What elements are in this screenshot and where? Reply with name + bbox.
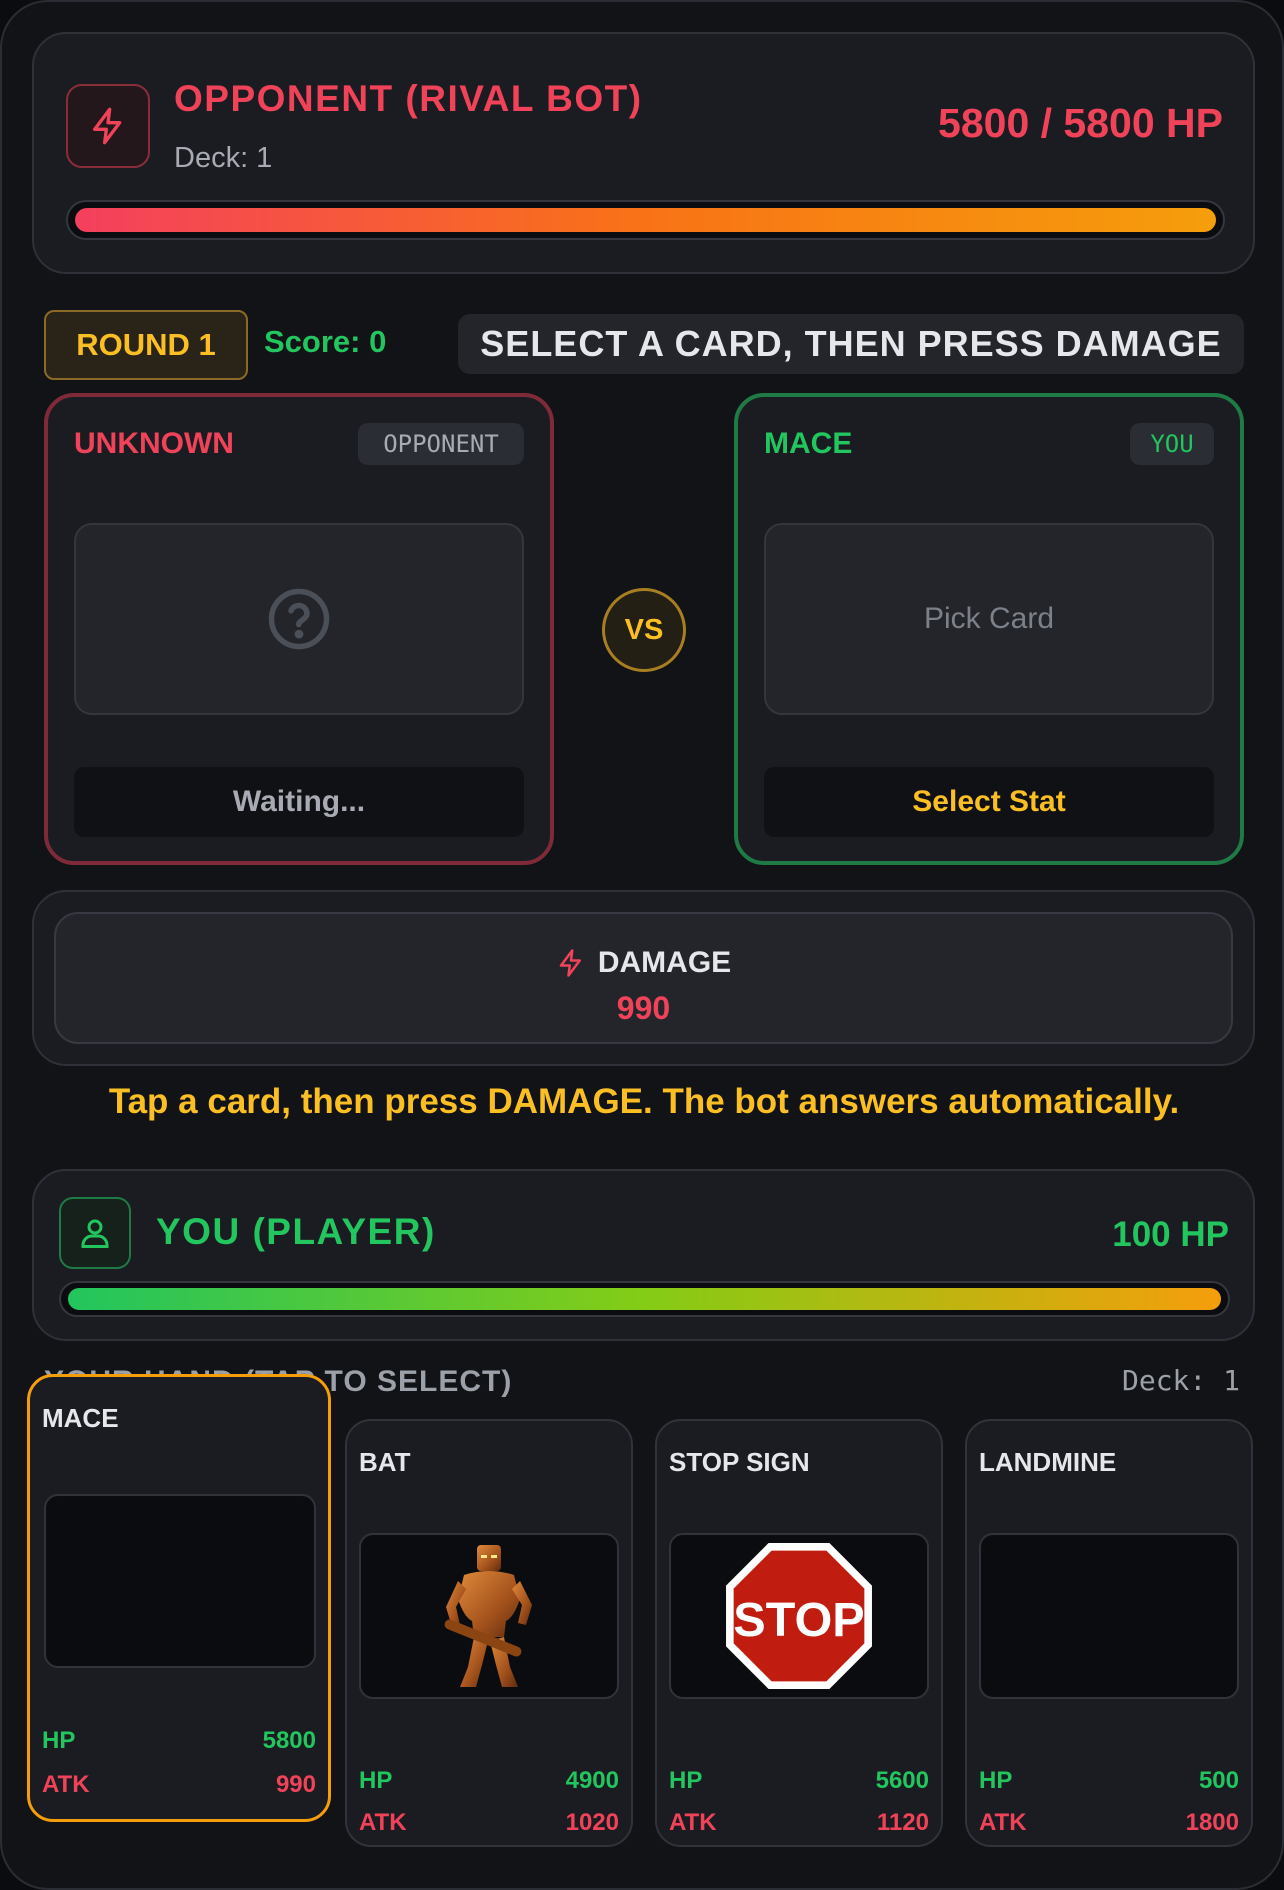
hp-value: 5800: [262, 1727, 316, 1754]
card-art: STOP: [669, 1533, 929, 1699]
damage-button[interactable]: DAMAGE 990: [54, 912, 1233, 1044]
hp-label: HP: [359, 1767, 393, 1794]
round-badge: ROUND 1: [44, 310, 248, 380]
card-name: BAT: [359, 1447, 411, 1477]
player-hp-fill: [68, 1288, 1221, 1310]
atk-value: 1800: [1185, 1809, 1239, 1836]
card-art: [359, 1533, 619, 1699]
hand-deck-count: Deck: 1: [1121, 1364, 1240, 1397]
atk-label: ATK: [359, 1809, 407, 1836]
hp-value: 4900: [565, 1767, 619, 1794]
card-name: LANDMINE: [979, 1447, 1117, 1477]
opponent-hp-bar: [66, 200, 1225, 240]
player-title: YOU (PLAYER): [156, 1211, 436, 1252]
opponent-status: Waiting...: [74, 767, 524, 837]
opponent-title: OPPONENT (RIVAL BOT): [174, 78, 643, 119]
player-panel: YOU (PLAYER) 100 HP: [32, 1169, 1255, 1341]
instruction-banner: SELECT A CARD, THEN PRESS DAMAGE: [458, 314, 1244, 374]
atk-label: ATK: [42, 1771, 90, 1798]
opponent-card-art: [74, 523, 524, 715]
pick-card-text: Pick Card: [923, 602, 1055, 635]
stop-sign-icon: STOP: [726, 1543, 872, 1689]
hp-value: 5600: [875, 1767, 929, 1794]
opponent-deck-count: Deck: 1: [174, 142, 273, 174]
hand-card-mace[interactable]: MACE HP 5800 ATK 990: [27, 1374, 331, 1822]
atk-value: 990: [275, 1771, 316, 1798]
opponent-battle-card: UNKNOWN OPPONENT Waiting...: [44, 393, 554, 865]
card-name: MACE: [42, 1403, 119, 1433]
atk-value: 1120: [876, 1809, 929, 1836]
svg-text:STOP: STOP: [733, 1593, 865, 1647]
question-icon: [268, 588, 330, 650]
player-hp-bar: [59, 1281, 1230, 1317]
score: Score: 0: [264, 324, 387, 359]
hand-card-stop-sign[interactable]: STOP SIGN STOP HP 5600 ATK 1120: [655, 1419, 943, 1847]
player-card-art[interactable]: Pick Card: [764, 523, 1214, 715]
hand-card-landmine[interactable]: LANDMINE HP 500 ATK 1800: [965, 1419, 1253, 1847]
game-screen: OPPONENT (RIVAL BOT) Deck: 1 5800 / 5800…: [0, 0, 1284, 1890]
player-hp: 100 HP: [1112, 1215, 1229, 1254]
lightning-icon: [66, 84, 150, 168]
damage-panel: DAMAGE 990: [32, 890, 1255, 1066]
lightning-icon: [559, 949, 581, 977]
user-icon: [59, 1197, 131, 1269]
card-art: [44, 1494, 316, 1668]
hp-label: HP: [669, 1767, 703, 1794]
atk-value: 1020: [565, 1809, 619, 1836]
hand-card-bat[interactable]: BAT HP 4900 ATK 1020: [345, 1419, 633, 1847]
damage-value: 990: [616, 990, 671, 1026]
hint-text: Tap a card, then press DAMAGE. The bot a…: [108, 1082, 1180, 1121]
hp-label: HP: [42, 1727, 76, 1754]
opponent-card-name: UNKNOWN: [74, 427, 234, 460]
hp-value: 500: [1198, 1767, 1239, 1794]
card-art: [979, 1533, 1239, 1699]
player-card-name: MACE: [764, 427, 853, 460]
select-stat-button[interactable]: Select Stat: [764, 767, 1214, 837]
opponent-tag: OPPONENT: [358, 423, 524, 465]
bat-warrior-figure: [444, 1545, 532, 1687]
atk-label: ATK: [979, 1809, 1027, 1836]
hp-label: HP: [979, 1767, 1013, 1794]
card-name: STOP SIGN: [669, 1447, 810, 1477]
vs-badge: VS: [602, 588, 686, 672]
opponent-panel: OPPONENT (RIVAL BOT) Deck: 1 5800 / 5800…: [32, 32, 1255, 274]
damage-label: DAMAGE: [597, 946, 732, 979]
player-tag: YOU: [1130, 423, 1214, 465]
opponent-hp-fill: [75, 208, 1216, 232]
player-battle-card: MACE YOU Pick Card Select Stat: [734, 393, 1244, 865]
atk-label: ATK: [669, 1809, 717, 1836]
opponent-hp: 5800 / 5800 HP: [938, 100, 1223, 146]
